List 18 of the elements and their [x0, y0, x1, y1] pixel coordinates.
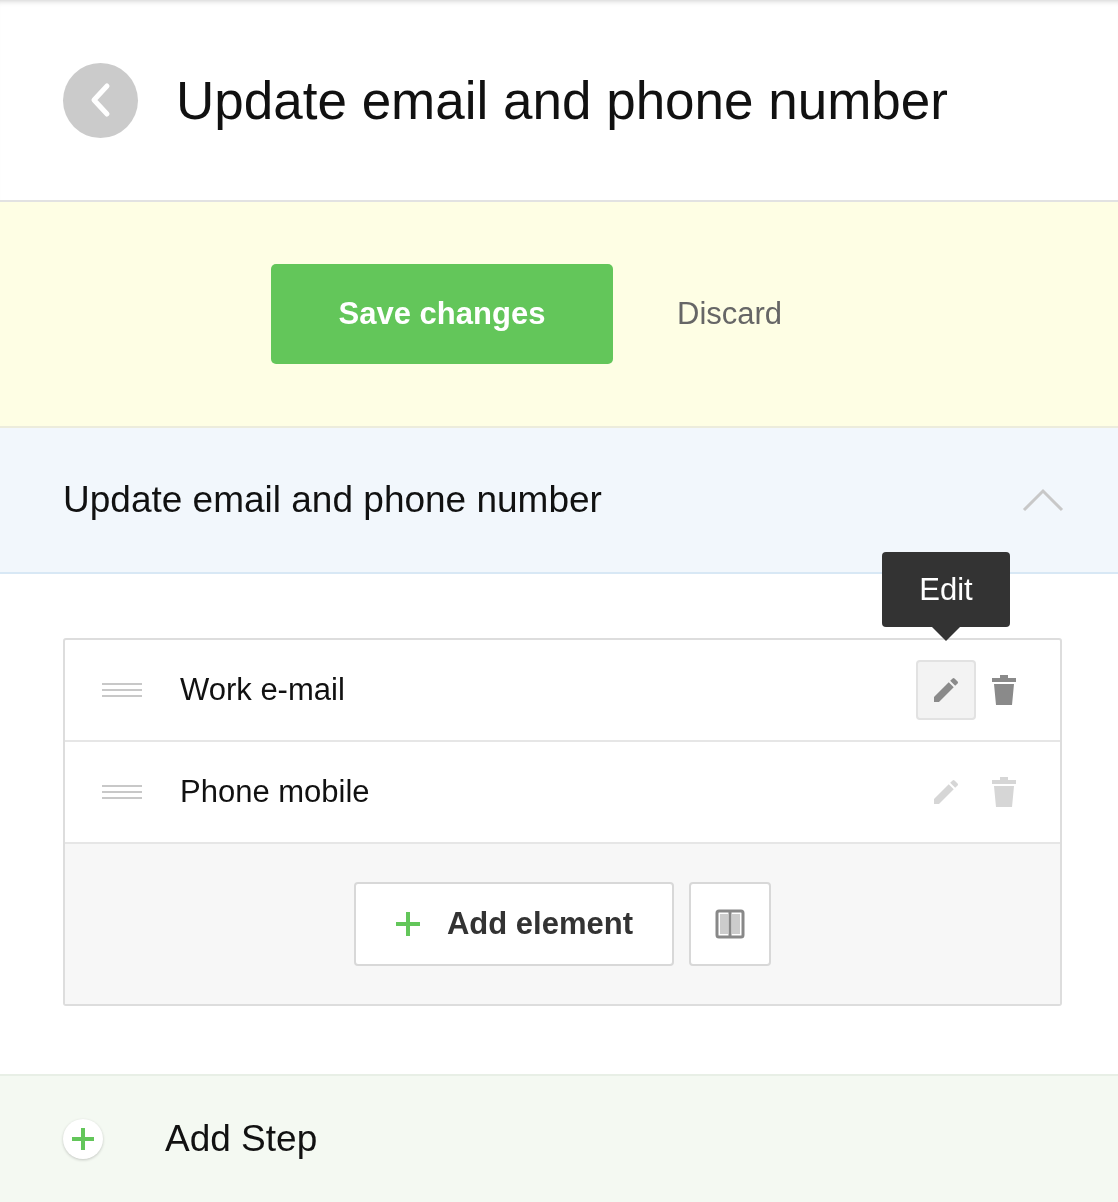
add-element-button[interactable]: Add element — [354, 882, 674, 966]
discard-button[interactable]: Discard — [677, 296, 783, 332]
plus-icon — [71, 1127, 95, 1151]
columns-button[interactable] — [689, 882, 771, 966]
add-step-plus-button[interactable] — [63, 1119, 103, 1159]
drag-handle-icon[interactable] — [102, 682, 142, 698]
plus-icon — [395, 911, 421, 937]
drag-handle-icon[interactable] — [102, 784, 142, 800]
element-label: Phone mobile — [180, 774, 371, 810]
page-title: Update email and phone number — [176, 69, 948, 131]
trash-icon — [991, 674, 1017, 706]
columns-icon — [715, 909, 745, 939]
tooltip-arrow — [932, 627, 960, 641]
section-title: Update email and phone number — [63, 479, 602, 521]
chevron-up-icon[interactable] — [1022, 488, 1064, 512]
trash-icon — [991, 776, 1017, 808]
add-step-link[interactable]: Add Step — [165, 1118, 318, 1160]
element-label: Work e-mail — [180, 672, 346, 708]
